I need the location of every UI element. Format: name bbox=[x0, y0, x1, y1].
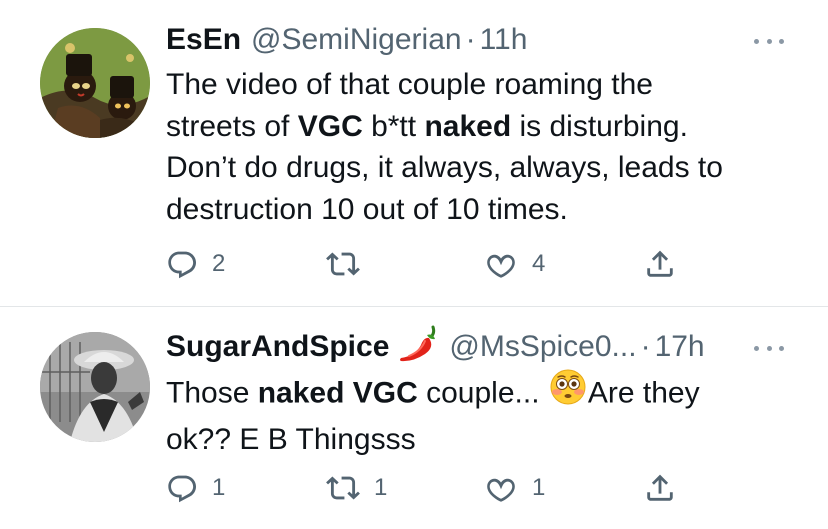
bold-text: naked bbox=[424, 109, 512, 143]
handle[interactable]: @SemiNigerian bbox=[251, 23, 462, 57]
reply-count: 1 bbox=[212, 474, 226, 501]
like-button[interactable]: 1 bbox=[484, 473, 545, 503]
bold-text: VGC bbox=[297, 109, 363, 143]
tweet-text-line: destruction 10 out of 10 times. bbox=[166, 192, 568, 226]
avatar-image bbox=[40, 332, 150, 442]
tweet-text: Those naked VGC couple... Are they ok?? … bbox=[166, 369, 806, 460]
display-name[interactable]: EsEn bbox=[166, 23, 241, 57]
flushed-face-icon bbox=[550, 369, 586, 417]
chili-pepper-icon bbox=[397, 323, 439, 371]
retweet-button[interactable] bbox=[326, 249, 360, 279]
tweet[interactable]: SugarAndSpice @MsSpice0... · 17h Those n… bbox=[0, 307, 828, 529]
timestamp[interactable]: 11h bbox=[480, 23, 528, 57]
tweet-text-line: Those naked VGC couple... Are they bbox=[166, 369, 806, 419]
avatar-image bbox=[40, 28, 150, 138]
text-segment: Are they bbox=[587, 376, 700, 410]
tweet-text-line: streets of VGC b*tt naked is disturbing. bbox=[166, 106, 806, 148]
reply-button[interactable]: 1 bbox=[166, 473, 225, 503]
reply-icon bbox=[168, 475, 196, 503]
retweet-button[interactable]: 1 bbox=[326, 473, 387, 503]
text-segment: couple... bbox=[417, 376, 548, 410]
reply-button[interactable]: 2 bbox=[166, 249, 225, 279]
like-button[interactable]: 4 bbox=[484, 249, 545, 279]
avatar[interactable] bbox=[40, 332, 150, 442]
separator: · bbox=[465, 23, 476, 56]
share-icon bbox=[647, 474, 673, 501]
tweet-text-line: ok?? E B Thingsss bbox=[166, 422, 416, 456]
tweet[interactable]: EsEn @SemiNigerian · 11h The video of th… bbox=[0, 0, 828, 305]
tweet-text-line: The video of that couple roaming the bbox=[166, 68, 653, 101]
share-button[interactable] bbox=[643, 473, 677, 503]
like-count: 1 bbox=[532, 474, 546, 501]
text-segment: streets of bbox=[166, 109, 298, 143]
text-segment: is disturbing. bbox=[511, 109, 688, 143]
bold-text: naked VGC bbox=[257, 376, 418, 410]
text-segment: b*tt bbox=[362, 109, 425, 143]
heart-icon bbox=[487, 254, 515, 278]
timestamp[interactable]: 17h bbox=[655, 330, 705, 364]
tweet-text-line: Don’t do drugs, it always, always, leads… bbox=[166, 151, 723, 184]
retweet-count: 1 bbox=[374, 474, 388, 501]
more-options-icon[interactable] bbox=[754, 343, 784, 353]
reply-icon bbox=[168, 251, 196, 279]
share-icon bbox=[647, 250, 673, 277]
more-options-icon[interactable] bbox=[754, 36, 784, 46]
reply-count: 2 bbox=[212, 250, 226, 277]
text-segment: Those bbox=[166, 376, 258, 410]
tweet-text: The video of that couple roaming the str… bbox=[166, 64, 806, 230]
retweet-icon bbox=[326, 476, 360, 500]
like-count: 4 bbox=[532, 250, 546, 277]
share-button[interactable] bbox=[643, 249, 677, 279]
retweet-icon bbox=[326, 252, 360, 276]
separator: · bbox=[640, 330, 651, 363]
tweet-header: EsEn @SemiNigerian · 11h bbox=[166, 22, 527, 58]
tweet-header: SugarAndSpice @MsSpice0... · 17h bbox=[166, 325, 705, 365]
heart-icon bbox=[487, 478, 515, 502]
handle[interactable]: @MsSpice0... bbox=[449, 330, 636, 364]
display-name[interactable]: SugarAndSpice bbox=[166, 330, 389, 364]
avatar[interactable] bbox=[40, 28, 150, 138]
